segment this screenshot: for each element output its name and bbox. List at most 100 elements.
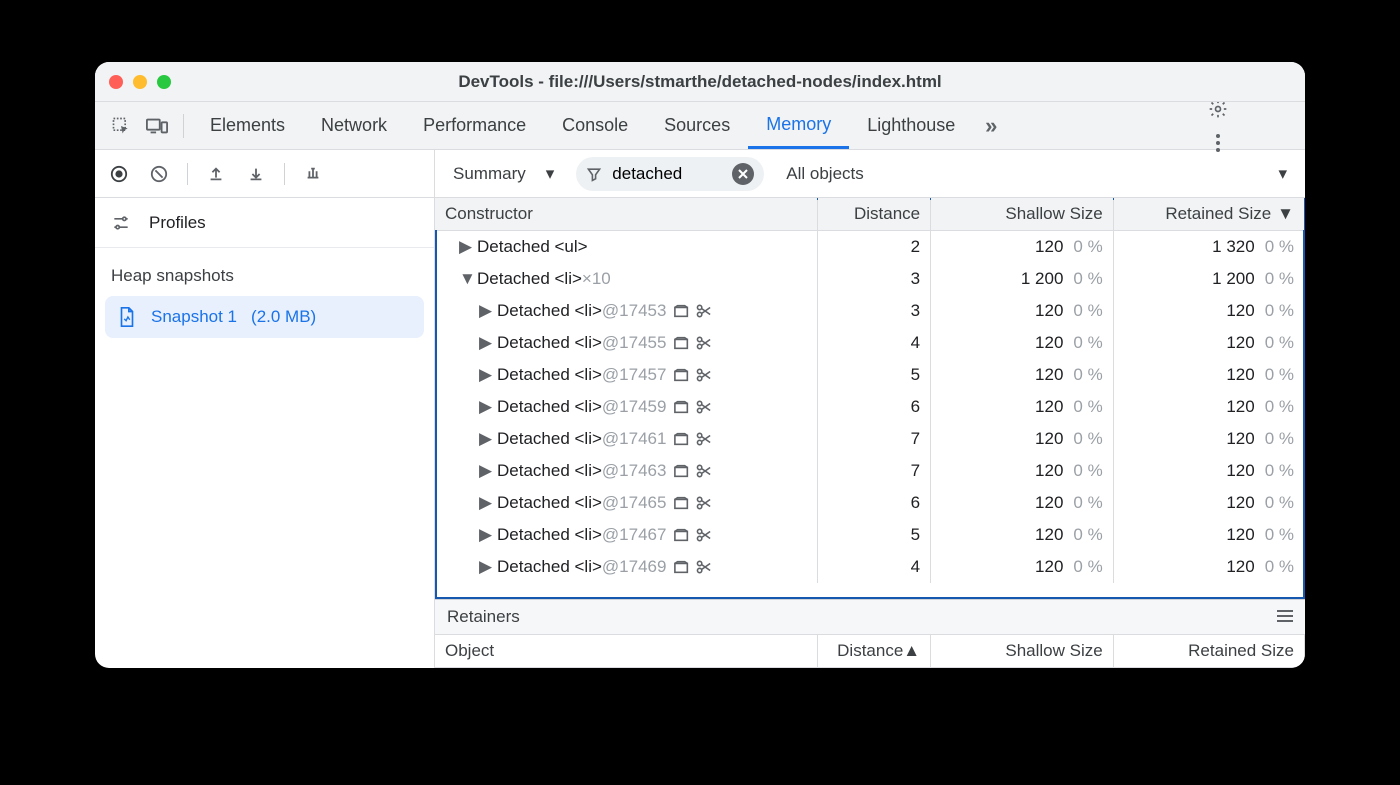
- divider: [183, 114, 184, 138]
- expand-arrow-icon[interactable]: ▶: [479, 493, 491, 513]
- heap-row[interactable]: ▶Detached <li> @1745751200 %1200 %: [435, 359, 1305, 391]
- expand-arrow-icon[interactable]: ▶: [479, 525, 491, 545]
- inspect-element-icon[interactable]: [103, 116, 139, 136]
- heap-row[interactable]: ▶Detached <li> @1745331200 %1200 %: [435, 295, 1305, 327]
- heap-row[interactable]: ▶Detached <li> @1746371200 %1200 %: [435, 455, 1305, 487]
- device-toolbar-icon[interactable]: [139, 116, 175, 136]
- col-constructor[interactable]: Constructor: [435, 198, 818, 231]
- profiles-header[interactable]: Profiles: [95, 198, 434, 248]
- expand-arrow-icon[interactable]: ▶: [479, 397, 491, 417]
- snapshot-item[interactable]: Snapshot 1 (2.0 MB): [105, 296, 424, 338]
- snapshot-size: (2.0 MB): [251, 307, 316, 327]
- class-filter[interactable]: [576, 157, 764, 191]
- row-label: Detached <ul>: [477, 237, 588, 257]
- heap-row[interactable]: ▼Detached <li> ×1031 2000 %1 2000 %: [435, 263, 1305, 295]
- expand-arrow-icon[interactable]: ▶: [459, 237, 471, 257]
- expand-arrow-icon[interactable]: ▼: [459, 269, 471, 289]
- sliders-icon: [111, 214, 131, 232]
- row-icons: [674, 496, 712, 510]
- tab-memory[interactable]: Memory: [748, 102, 849, 149]
- upload-icon[interactable]: [200, 158, 232, 190]
- row-shallow: 1200 %: [931, 423, 1114, 455]
- row-label: Detached <li>: [497, 557, 602, 577]
- row-retained: 1200 %: [1113, 551, 1304, 583]
- retainers-header[interactable]: Retainers: [435, 599, 1305, 635]
- row-distance: 5: [818, 359, 931, 391]
- row-distance: 7: [818, 423, 931, 455]
- heap-row[interactable]: ▶Detached <li> @1745541200 %1200 %: [435, 327, 1305, 359]
- heap-row[interactable]: ▶Detached <li> @1746171200 %1200 %: [435, 423, 1305, 455]
- ret-col-retained[interactable]: Retained Size: [1113, 635, 1304, 668]
- row-icons: [674, 304, 712, 318]
- col-shallow[interactable]: Shallow Size: [931, 198, 1114, 231]
- sort-desc-icon: ▼: [1277, 204, 1294, 224]
- close-window-button[interactable]: [109, 75, 123, 89]
- heap-row[interactable]: ▶Detached <li> @1746751200 %1200 %: [435, 519, 1305, 551]
- row-shallow: 1200 %: [931, 455, 1114, 487]
- heap-row[interactable]: ▶Detached <li> @1746941200 %1200 %: [435, 551, 1305, 583]
- row-shallow: 1200 %: [931, 231, 1114, 263]
- expand-arrow-icon[interactable]: ▶: [479, 557, 491, 577]
- expand-arrow-icon[interactable]: ▶: [479, 429, 491, 449]
- retainers-menu-icon[interactable]: [1277, 607, 1293, 627]
- row-shallow: 1200 %: [931, 295, 1114, 327]
- garbage-collect-icon[interactable]: [297, 158, 329, 190]
- record-button[interactable]: [103, 158, 135, 190]
- chevron-down-icon: ▾: [1278, 164, 1287, 184]
- row-shallow: 1200 %: [931, 327, 1114, 359]
- row-id: @17467: [602, 525, 667, 545]
- snapshot-file-icon: [117, 306, 137, 328]
- scope-dropdown[interactable]: All objects ▾: [778, 160, 1295, 188]
- heap-row[interactable]: ▶Detached <ul>21200 %1 3200 %: [435, 231, 1305, 263]
- heap-row[interactable]: ▶Detached <li> @1745961200 %1200 %: [435, 391, 1305, 423]
- row-retained: 1200 %: [1113, 487, 1304, 519]
- window-controls: [109, 75, 171, 89]
- tab-elements[interactable]: Elements: [192, 102, 303, 149]
- download-icon[interactable]: [240, 158, 272, 190]
- devtools-window: DevTools - file:///Users/stmarthe/detach…: [95, 62, 1305, 668]
- expand-arrow-icon[interactable]: ▶: [479, 301, 491, 321]
- row-distance: 7: [818, 455, 931, 487]
- profiles-label: Profiles: [149, 213, 206, 233]
- filter-input[interactable]: [612, 164, 722, 184]
- row-icons: [674, 464, 712, 478]
- view-dropdown[interactable]: Summary ▾: [445, 160, 562, 188]
- row-label: Detached <li>: [497, 525, 602, 545]
- clear-filter-button[interactable]: [732, 163, 754, 185]
- row-icons: [674, 560, 712, 574]
- tab-network[interactable]: Network: [303, 102, 405, 149]
- ret-col-object[interactable]: Object: [435, 635, 818, 668]
- zoom-window-button[interactable]: [157, 75, 171, 89]
- tab-sources[interactable]: Sources: [646, 102, 748, 149]
- tab-console[interactable]: Console: [544, 102, 646, 149]
- tab-performance[interactable]: Performance: [405, 102, 544, 149]
- row-retained: 1200 %: [1113, 455, 1304, 487]
- clear-button[interactable]: [143, 158, 175, 190]
- row-shallow: 1200 %: [931, 391, 1114, 423]
- profiles-sidebar: Profiles Heap snapshots Snapshot 1 (2.0 …: [95, 150, 435, 668]
- row-label: Detached <li>: [497, 493, 602, 513]
- row-id: @17463: [602, 461, 667, 481]
- row-retained: 1 2000 %: [1113, 263, 1304, 295]
- row-label: Detached <li>: [477, 269, 582, 289]
- col-retained[interactable]: Retained Size▼: [1113, 198, 1304, 231]
- row-id: @17461: [602, 429, 667, 449]
- heap-row[interactable]: ▶Detached <li> @1746561200 %1200 %: [435, 487, 1305, 519]
- row-shallow: 1 2000 %: [931, 263, 1114, 295]
- snapshot-name: Snapshot 1: [151, 307, 237, 327]
- more-tabs-icon[interactable]: »: [973, 113, 1009, 139]
- expand-arrow-icon[interactable]: ▶: [479, 461, 491, 481]
- ret-col-shallow[interactable]: Shallow Size: [931, 635, 1114, 668]
- expand-arrow-icon[interactable]: ▶: [479, 365, 491, 385]
- row-retained: 1 3200 %: [1113, 231, 1304, 263]
- row-label: Detached <li>: [497, 429, 602, 449]
- minimize-window-button[interactable]: [133, 75, 147, 89]
- col-distance[interactable]: Distance: [818, 198, 931, 231]
- ret-col-distance[interactable]: Distance▲: [818, 635, 931, 668]
- row-distance: 4: [818, 551, 931, 583]
- row-shallow: 1200 %: [931, 487, 1114, 519]
- tab-lighthouse[interactable]: Lighthouse: [849, 102, 973, 149]
- expand-arrow-icon[interactable]: ▶: [479, 333, 491, 353]
- row-label: Detached <li>: [497, 365, 602, 385]
- row-label: Detached <li>: [497, 397, 602, 417]
